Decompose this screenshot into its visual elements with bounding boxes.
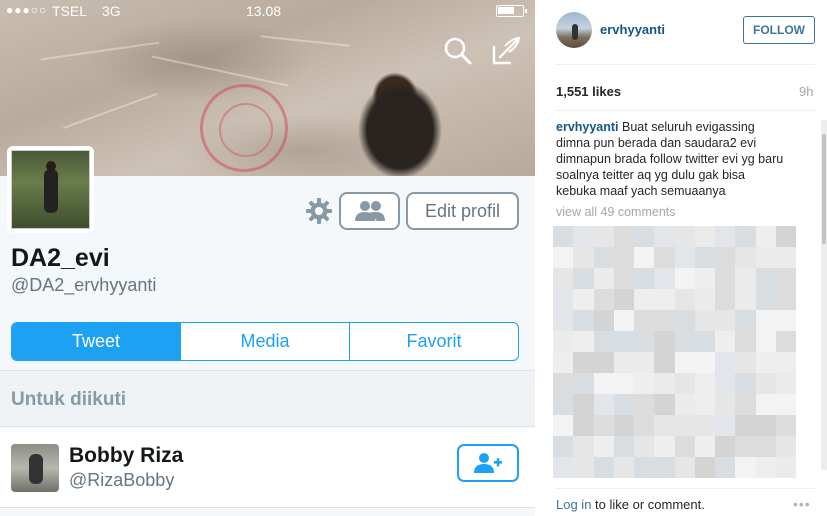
view-all-comments-link[interactable]: view all 49 comments (556, 205, 676, 219)
likes-count[interactable]: 1,551 likes (556, 84, 621, 99)
tab-media[interactable]: Media (181, 323, 350, 360)
login-link[interactable]: Log in (556, 497, 591, 512)
follow-button[interactable]: FOLLOW (743, 16, 815, 44)
people-icon (354, 201, 385, 221)
profile-display-name: DA2_evi (11, 244, 110, 272)
status-time: 13.08 (246, 3, 282, 19)
blurred-comments (553, 226, 796, 478)
add-user-icon (474, 453, 502, 473)
profile-avatar[interactable] (7, 146, 94, 233)
avatar[interactable] (556, 12, 592, 48)
post-caption: ervhyyanti Buat seluruh evigassing dimna… (556, 119, 786, 199)
banner-watermark (200, 84, 288, 172)
edit-profile-button[interactable]: Edit profil (406, 192, 519, 230)
tab-favorit[interactable]: Favorit (350, 323, 518, 360)
login-prompt: Log in to like or comment. (556, 497, 705, 512)
network-type: 3G (102, 3, 121, 19)
scrollbar[interactable] (821, 120, 827, 470)
post-username[interactable]: ervhyyanti (600, 22, 665, 37)
signal-strength: ●●●○○ (6, 3, 48, 17)
compose-icon[interactable] (491, 36, 521, 66)
gear-icon[interactable] (304, 196, 334, 226)
who-to-follow-header: Untuk diikuti (0, 371, 535, 427)
suggestion-handle: @RizaBobby (69, 470, 175, 490)
caption-username[interactable]: ervhyyanti (556, 120, 619, 134)
profile-tabs: Tweet Media Favorit (11, 322, 519, 361)
instagram-post-panel: ervhyyanti FOLLOW 1,551 likes 9h ervhyya… (535, 0, 827, 516)
avatar-photo (11, 150, 90, 229)
suggestion-name[interactable]: Bobby Riza (69, 444, 183, 468)
list-item[interactable]: Bobby Riza @RizaBobby (0, 428, 535, 508)
search-icon[interactable] (443, 36, 473, 66)
carrier-name: TSEL (52, 3, 88, 19)
status-bar: ●●●○○ TSEL 3G 13.08 (0, 0, 535, 22)
divider (556, 488, 815, 489)
divider (556, 64, 815, 65)
post-time: 9h (799, 84, 814, 99)
follow-user-button[interactable] (457, 444, 519, 482)
tab-tweet[interactable]: Tweet (12, 323, 181, 360)
screenshot-root: ●●●○○ TSEL 3G 13.08 Edit profil DA2_evi … (0, 0, 827, 516)
login-prompt-text: to like or comment. (591, 497, 705, 512)
twitter-profile-screen: ●●●○○ TSEL 3G 13.08 Edit profil DA2_evi … (0, 0, 535, 516)
battery-icon (496, 5, 527, 17)
lists-button[interactable] (339, 192, 400, 230)
avatar[interactable] (11, 444, 59, 492)
divider (556, 110, 815, 111)
more-options-icon[interactable]: ••• (793, 496, 811, 512)
profile-handle: @DA2_ervhyyanti (11, 275, 157, 295)
section-title: Untuk diikuti (11, 389, 127, 410)
